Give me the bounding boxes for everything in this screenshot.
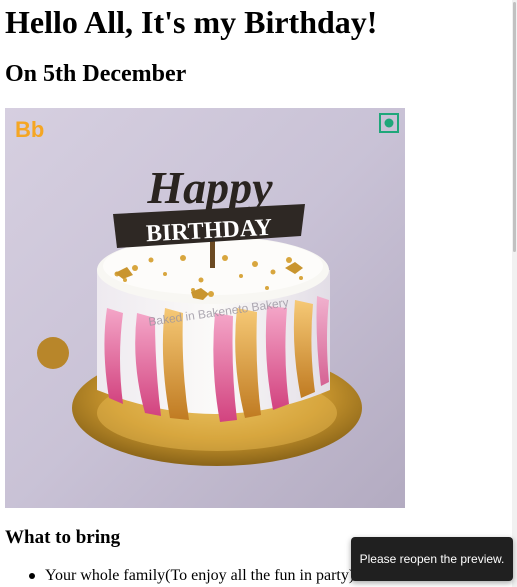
page-title: Hello All, It's my Birthday! — [5, 4, 378, 40]
bakery-logo: Bb — [15, 117, 44, 142]
vertical-scrollbar[interactable] — [512, 0, 517, 587]
toast-message: Please reopen the preview. — [359, 552, 505, 566]
page-content: Hello All, It's my Birthday! On 5th Dece… — [0, 0, 512, 587]
birthday-cake-image: Happy BIRTHDAY Baked in Bakeneto Bakery … — [5, 108, 405, 508]
topper-happy-text: Happy — [146, 162, 273, 213]
page-subtitle: On 5th December — [5, 61, 187, 87]
bring-list: Your whole family(To enjoy all the fun i… — [0, 566, 354, 586]
bullet-icon — [29, 573, 35, 579]
what-to-bring-heading: What to bring — [5, 527, 121, 548]
list-item-text: Your whole family(To enjoy all the fun i… — [45, 567, 355, 584]
list-item: Your whole family(To enjoy all the fun i… — [0, 566, 354, 586]
cake-illustration: Happy BIRTHDAY Baked in Bakeneto Bakery … — [5, 108, 405, 508]
preview-toast: Please reopen the preview. — [351, 537, 513, 581]
scrollbar-thumb[interactable] — [513, 2, 516, 252]
board-tab — [37, 337, 69, 369]
